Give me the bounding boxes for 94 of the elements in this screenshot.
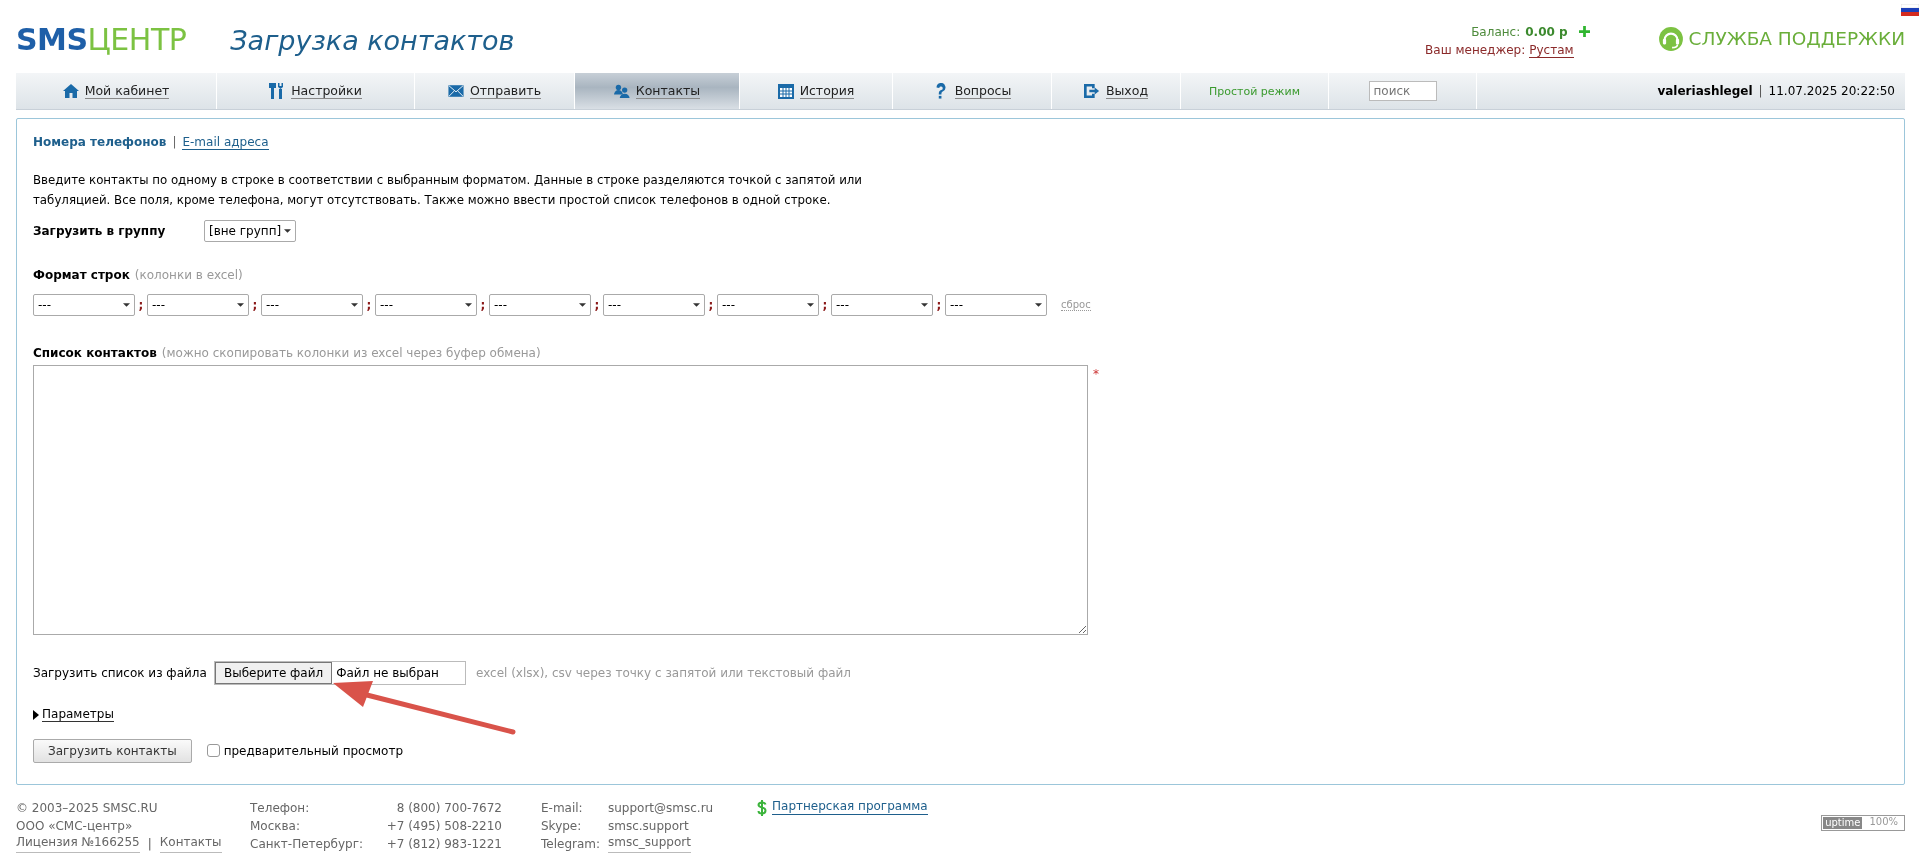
phone-number: +7 (812) 983-1221	[386, 836, 502, 853]
contact-link[interactable]: smsc_support	[608, 835, 691, 853]
preview-checkbox[interactable]	[206, 744, 220, 757]
column-select[interactable]: ---	[261, 294, 363, 316]
caret-icon	[465, 303, 472, 307]
headset-icon	[1657, 25, 1684, 52]
caret-icon	[1035, 303, 1042, 307]
separator-text: |	[147, 836, 152, 853]
contacts-hint: (можно скопировать колонки из excel через буфер обмена)	[161, 346, 541, 360]
manager-link[interactable]: Рустам	[1529, 42, 1574, 58]
instructions-text: Введите контакты по одному в строке в соответствии с выбранным форматом. Данные в строке разделяются точкой с запятой или табуляцией. Все поля, кроме телефона, могут отсутствовать. Также можно ввести простой список телефонов в одной строке.	[33, 172, 864, 209]
separator-text: ;	[365, 298, 373, 312]
logo[interactable]: SMSЦЕНТР	[16, 22, 187, 57]
tab[interactable]: E-mail адреса	[182, 135, 269, 150]
caret-icon	[579, 303, 586, 307]
column-select[interactable]: ---	[831, 294, 933, 316]
contact-label: Telegram:	[541, 836, 602, 853]
column-select[interactable]: ---	[945, 294, 1047, 316]
username: valeriashlegel	[1657, 84, 1753, 98]
caret-icon	[807, 303, 814, 307]
uptime-label: uptime	[1823, 817, 1863, 829]
nav-tab[interactable]: История	[740, 73, 893, 109]
group-label: Загрузить в группу	[33, 224, 167, 238]
caret-icon	[921, 303, 928, 307]
preview-label: предварительный просмотр	[223, 743, 404, 758]
required-mark: *	[1093, 367, 1099, 383]
plus-icon[interactable]	[1578, 26, 1590, 37]
separator-text: ;	[479, 298, 487, 312]
license-link[interactable]: Лицензия №166255	[16, 835, 140, 853]
collapsed-triangle-icon	[33, 709, 39, 720]
phone-label: Телефон:	[250, 800, 311, 817]
calendar-icon	[777, 83, 794, 99]
file-input[interactable]: Выберите файл Файл не выбран	[214, 661, 466, 685]
flag-icon[interactable]	[1901, 4, 1919, 16]
format-hint: (колонки в excel)	[134, 268, 243, 282]
separator-text: ;	[137, 298, 145, 312]
phone-number: +7 (495) 508-2210	[386, 818, 502, 835]
file-status: Файл не выбран	[335, 666, 439, 680]
nav-tab[interactable]: Выход	[1052, 73, 1181, 109]
partner-link[interactable]: Партнерская программа	[772, 799, 928, 815]
company-text: © 2003–2025 SMSC.RU	[16, 800, 159, 817]
caret-icon	[693, 303, 700, 307]
column-select[interactable]: ---	[717, 294, 819, 316]
phone-number: 8 (800) 700-7672	[395, 800, 502, 817]
contacts-link[interactable]: Контакты	[159, 835, 222, 853]
group-dropdown[interactable]: [вне групп]	[204, 220, 297, 242]
file-hint: excel (xlsx), csv через точку с запятой или текстовый файл	[476, 666, 852, 680]
page-title: Загрузка контактов	[230, 25, 515, 56]
nav-tab[interactable]: Мой кабинет	[16, 73, 217, 109]
contact-label: Skype:	[541, 818, 583, 835]
nav-tab[interactable]: Настройки	[217, 73, 415, 109]
datetime: 11.07.2025 20:22:50	[1768, 84, 1895, 98]
separator-text: ;	[821, 298, 829, 312]
column-select[interactable]: ---	[375, 294, 477, 316]
separator-text: ;	[935, 298, 943, 312]
separator-text: ;	[707, 298, 715, 312]
contacts-label: Список контактов	[33, 346, 157, 360]
balance-value: 0.00 р	[1525, 24, 1568, 39]
separator-text: ;	[251, 298, 259, 312]
envelope-icon	[448, 83, 464, 99]
balance-label: Баланс:	[1471, 24, 1521, 39]
choose-file-button[interactable]: Выберите файл	[215, 662, 333, 684]
separator-text: ;	[593, 298, 601, 312]
people-icon	[613, 83, 630, 99]
column-select[interactable]: ---	[603, 294, 705, 316]
column-select[interactable]: ---	[33, 294, 135, 316]
column-select[interactable]: ---	[147, 294, 249, 316]
dollar-icon	[757, 800, 767, 816]
tools-icon	[269, 83, 286, 99]
phone-label: Санкт-Петербург:	[250, 836, 364, 853]
manager-label: Ваш менеджер:	[1425, 42, 1526, 57]
caret-icon	[284, 229, 292, 233]
column-select[interactable]: ---	[489, 294, 591, 316]
search-field[interactable]: поиск	[1368, 81, 1437, 101]
company-text: ООО «СМС-центр»	[16, 818, 134, 835]
nav-tab[interactable]: Контакты	[575, 73, 740, 109]
file-label: Загрузить список из файла	[33, 666, 208, 680]
uptime-value: 100%	[1868, 816, 1899, 829]
home-icon	[62, 83, 79, 99]
separator-text: |	[1758, 84, 1763, 98]
parameters-toggle[interactable]: Параметры	[33, 707, 114, 722]
format-label: Формат строк	[33, 268, 130, 282]
caret-icon	[237, 303, 244, 307]
tab[interactable]: Номера телефонов	[33, 135, 167, 150]
phone-label: Москва:	[250, 818, 301, 835]
contact-value: support@smsc.ru	[608, 800, 714, 817]
caret-icon	[351, 303, 358, 307]
contact-value: smsc.support	[608, 818, 689, 835]
nav-tab[interactable]: Вопросы	[893, 73, 1052, 109]
contact-label: E-mail:	[541, 800, 584, 817]
exit-icon	[1083, 83, 1100, 99]
separator-text: |	[172, 135, 177, 150]
upload-contacts-button[interactable]: Загрузить контакты	[33, 738, 192, 763]
caret-icon	[123, 303, 130, 307]
